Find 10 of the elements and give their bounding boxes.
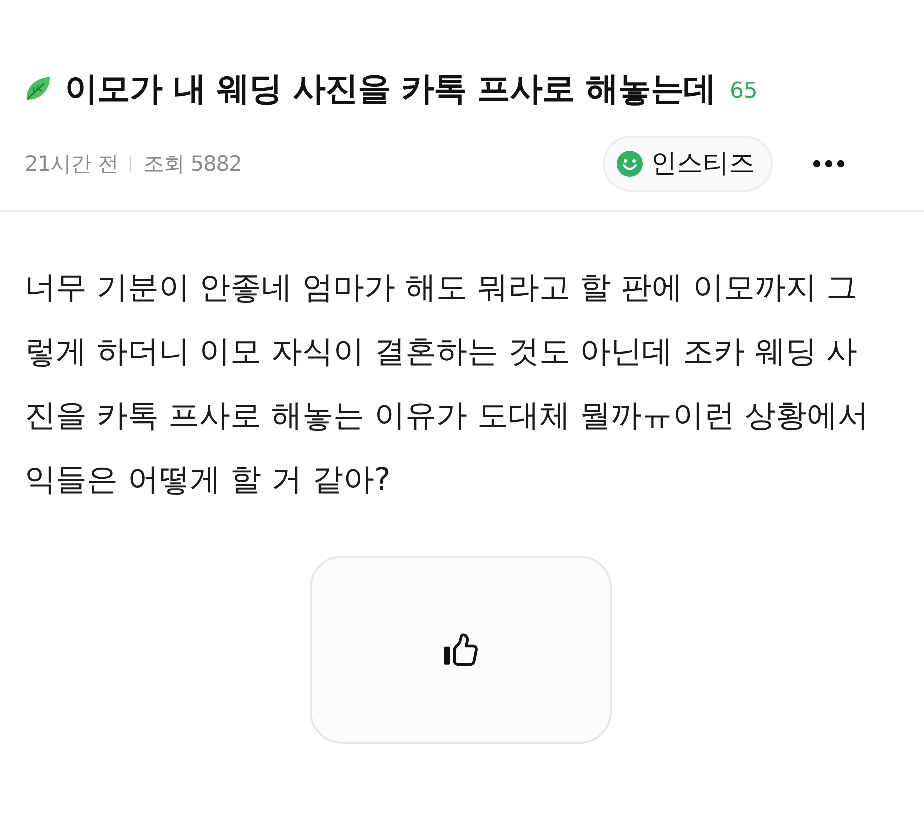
comment-count: 65 <box>730 78 758 106</box>
post-title: 이모가 내 웨딩 사진을 카톡 프사로 해놓는데 <box>65 68 716 110</box>
source-button[interactable]: 인스티즈 <box>603 136 773 192</box>
post-time: 21시간 전 <box>25 151 118 178</box>
post-body: 너무 기분이 안좋네 엄마가 해도 뭐라고 할 판에 이모까지 그렇게 하더니 이모 자식이 결혼하는 것도 아닌데 조카 웨딩 사진을 카톡 프사로 해놓는 이유가 도대체 뭘까ㅠ이런 상황에서 익들은 어떻게 할 거 같아? <box>24 269 870 500</box>
leaf-icon <box>25 76 51 102</box>
view-count: 조회 5882 <box>143 151 242 178</box>
more-icon[interactable] <box>813 160 845 168</box>
thumbs-up-icon <box>443 633 479 667</box>
smiley-icon <box>617 151 643 177</box>
